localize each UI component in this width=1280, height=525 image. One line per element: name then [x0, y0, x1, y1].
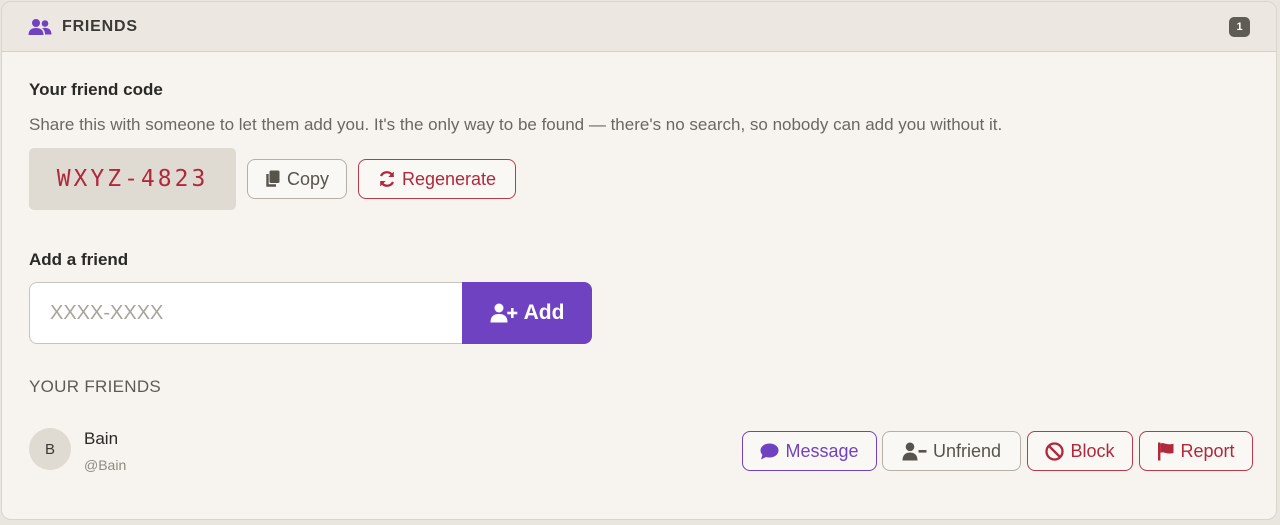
friend-code-input[interactable]	[29, 282, 463, 344]
message-button[interactable]: Message	[742, 431, 877, 471]
copy-button[interactable]: Copy	[247, 159, 347, 199]
add-friend-label: Add a friend	[29, 250, 129, 269]
friends-panel: FRIENDS 1 Your friend code Share this wi…	[1, 1, 1277, 520]
friend-code-label: Your friend code	[29, 80, 163, 99]
ban-icon	[1045, 441, 1065, 461]
chat-bubble-icon	[760, 443, 779, 459]
friend-count-badge: 1	[1229, 16, 1250, 37]
message-label: Message	[785, 440, 859, 461]
friend-code-description: Share this with someone to let them add …	[29, 115, 1003, 134]
user-minus-icon	[902, 442, 927, 460]
copy-icon	[266, 170, 280, 187]
refresh-icon	[379, 171, 394, 187]
block-label: Block	[1070, 440, 1115, 461]
users-icon	[28, 17, 52, 37]
add-label: Add	[523, 301, 565, 324]
report-label: Report	[1180, 440, 1235, 461]
regenerate-button[interactable]: Regenerate	[358, 159, 516, 199]
copy-label: Copy	[286, 168, 330, 189]
avatar: B	[29, 428, 71, 470]
unfriend-label: Unfriend	[932, 440, 1002, 461]
friend-code-value: WXYZ-4823	[29, 148, 236, 210]
block-button[interactable]: Block	[1027, 431, 1133, 471]
friend-name: Bain	[84, 429, 119, 448]
your-friends-heading: YOUR FRIENDS	[29, 377, 162, 396]
panel-header: FRIENDS 1	[2, 2, 1276, 52]
add-friend-button[interactable]: Add	[462, 282, 592, 344]
regenerate-label: Regenerate	[401, 168, 497, 189]
unfriend-button[interactable]: Unfriend	[882, 431, 1021, 471]
panel-title: FRIENDS	[62, 17, 138, 35]
flag-icon	[1158, 442, 1174, 460]
friend-handle: @Bain	[84, 457, 127, 473]
report-button[interactable]: Report	[1139, 431, 1253, 471]
user-plus-icon	[490, 303, 517, 323]
